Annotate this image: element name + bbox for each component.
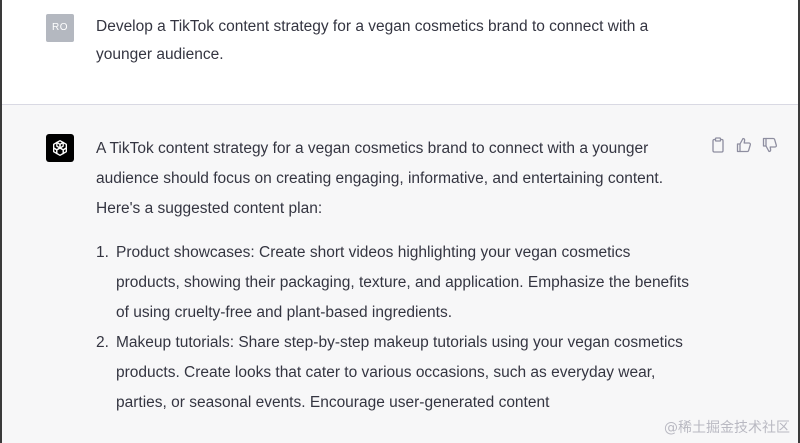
list-item-number: 2. <box>96 334 109 351</box>
thumbs-up-icon <box>736 137 752 153</box>
assistant-intro: A TikTok content strategy for a vegan co… <box>96 140 663 217</box>
list-item: 1. Product showcases: Create short video… <box>96 238 696 328</box>
thumbs-down-button[interactable] <box>762 137 778 153</box>
list-item-number: 1. <box>96 244 109 261</box>
thumbs-down-icon <box>762 137 778 153</box>
openai-logo-icon <box>46 134 74 162</box>
thumbs-up-button[interactable] <box>736 137 752 153</box>
list-item-text: Makeup tutorials: Share step-by-step mak… <box>116 334 683 411</box>
list-item-text: Product showcases: Create short videos h… <box>116 244 689 321</box>
user-message-text: Develop a TikTok content strategy for a … <box>96 18 649 63</box>
message-actions <box>710 137 778 153</box>
content-plan-list: 1. Product showcases: Create short video… <box>96 238 696 418</box>
assistant-message-row: A TikTok content strategy for a vegan co… <box>2 105 798 443</box>
watermark: @稀土掘金技术社区 <box>664 420 790 436</box>
user-avatar: RO <box>46 14 74 42</box>
chat-window: RO Develop a TikTok content strategy for… <box>0 0 800 443</box>
copy-icon <box>712 137 724 153</box>
list-item: 2. Makeup tutorials: Share step-by-step … <box>96 328 696 418</box>
user-message-row: RO Develop a TikTok content strategy for… <box>2 0 798 105</box>
assistant-message-text: A TikTok content strategy for a vegan co… <box>96 134 696 418</box>
copy-button[interactable] <box>710 137 726 153</box>
